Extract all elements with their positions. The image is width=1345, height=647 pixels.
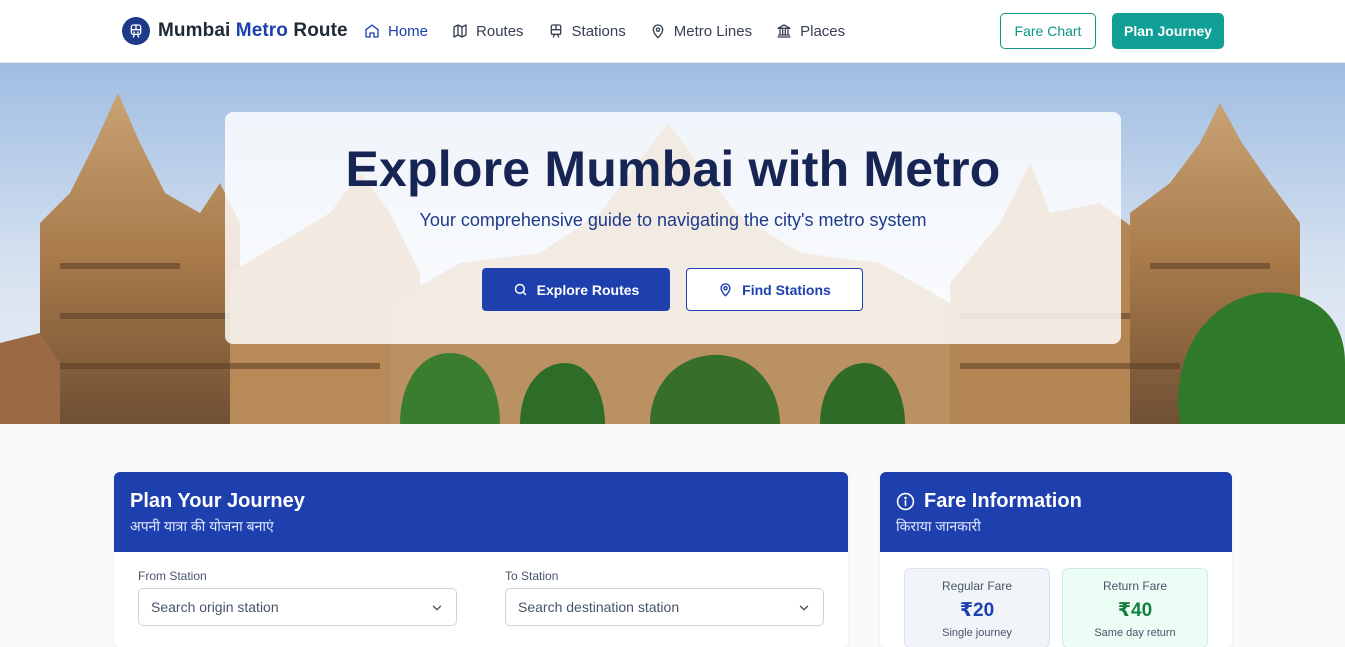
nav-item-places[interactable]: Places: [776, 20, 845, 42]
hero-card: Explore Mumbai with Metro Your comprehen…: [225, 112, 1121, 344]
fare-information-subtitle: किराया जानकारी: [896, 518, 981, 534]
plan-journey-card: Plan Your Journey अपनी यात्रा की योजना ब…: [114, 472, 848, 647]
nav-label-places: Places: [800, 22, 846, 40]
fare-information-card: Fare Information किराया जानकारी Regular …: [880, 472, 1232, 647]
hero-subtitle: Your comprehensive guide to navigating t…: [419, 210, 927, 230]
map-pin-icon: [652, 24, 664, 39]
brand-name: Mumbai Metro Route: [158, 20, 348, 41]
to-station-placeholder: Search destination station: [518, 599, 680, 615]
from-station-placeholder: Search origin station: [151, 599, 279, 615]
top-navbar: Mumbai Metro Route Home Routes Stations …: [0, 0, 1345, 63]
find-stations-button[interactable]: Find Stations: [686, 268, 863, 311]
return-fare-note: Same day return: [1094, 627, 1176, 639]
to-station-label: To Station: [505, 569, 559, 583]
fare-chart-button[interactable]: Fare Chart: [1000, 13, 1096, 49]
map-icon: [453, 24, 467, 38]
from-station-select[interactable]: Search origin station: [138, 588, 457, 626]
regular-fare-amount: ₹20: [959, 600, 995, 621]
nav-item-home[interactable]: Home: [364, 20, 428, 42]
to-station-select[interactable]: Search destination station: [505, 588, 824, 626]
find-stations-label: Find Stations: [742, 281, 831, 298]
regular-fare-label: Regular Fare: [941, 579, 1013, 593]
nav-label-home: Home: [388, 22, 429, 40]
explore-routes-label: Explore Routes: [536, 281, 640, 298]
map-pin-icon: [720, 283, 731, 297]
chevron-down-icon: [799, 605, 809, 611]
regular-fare-box: Regular Fare ₹20 Single journey: [904, 568, 1050, 647]
hero-title: Explore Mumbai with Metro: [345, 141, 1001, 197]
plan-journey-subtitle: अपनी यात्रा की योजना बनाएं: [130, 518, 274, 534]
from-station-label: From Station: [138, 569, 207, 583]
hero-section: Explore Mumbai with Metro Your comprehen…: [0, 63, 1345, 424]
nav-item-routes[interactable]: Routes: [452, 20, 524, 42]
regular-fare-note: Single journey: [942, 627, 1012, 639]
return-fare-amount: ₹40: [1117, 600, 1153, 621]
nav-item-metro-lines[interactable]: Metro Lines: [650, 20, 752, 42]
plan-journey-header: Plan Your Journey अपनी यात्रा की योजना ब…: [114, 472, 848, 552]
nav-item-stations[interactable]: Stations: [548, 20, 626, 42]
train-icon: [550, 24, 561, 38]
brand-logo-link[interactable]: Mumbai Metro Route: [122, 17, 348, 45]
fare-information-title: Fare Information: [924, 490, 1082, 512]
home-icon: [365, 24, 379, 38]
fare-information-header: Fare Information किराया जानकारी: [880, 472, 1232, 552]
nav-label-metro-lines: Metro Lines: [673, 22, 753, 40]
landmark-icon: [777, 24, 791, 38]
chevron-down-icon: [432, 605, 442, 611]
explore-routes-button[interactable]: Explore Routes: [482, 268, 670, 311]
nav-label-routes: Routes: [476, 22, 524, 40]
search-icon: [514, 283, 526, 296]
fare-information-title-row: Fare Information: [896, 490, 1082, 513]
return-fare-box: Return Fare ₹40 Same day return: [1062, 568, 1208, 647]
plan-journey-button[interactable]: Plan Journey: [1112, 13, 1224, 49]
main-nav: Home Routes Stations Metro Lines Places: [364, 20, 845, 42]
nav-label-stations: Stations: [571, 22, 626, 40]
plan-journey-title: Plan Your Journey: [130, 490, 305, 512]
info-icon: [896, 492, 915, 511]
train-icon: [122, 17, 150, 45]
return-fare-label: Return Fare: [1102, 579, 1168, 593]
